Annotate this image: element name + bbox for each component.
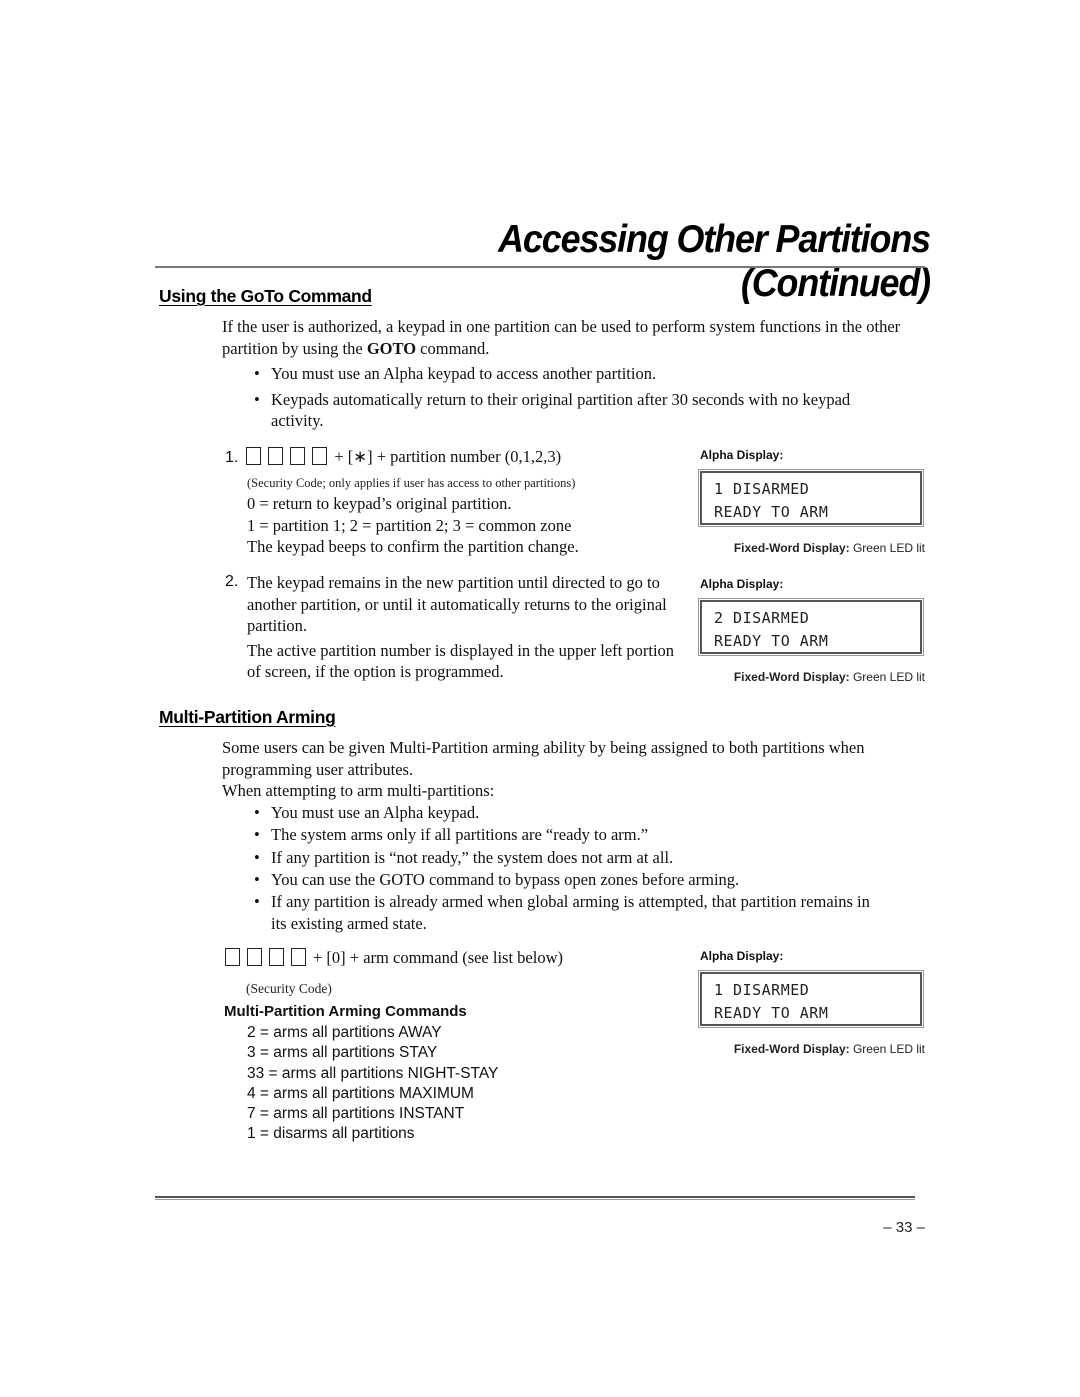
list-item: • If any partition is already armed when …	[254, 892, 870, 934]
section-heading-goto: Using the GoTo Command	[159, 286, 372, 306]
step-2-text-2: The active partition number is displayed…	[247, 640, 675, 682]
commands-list: 2 = arms all partitions AWAY 3 = arms al…	[247, 1023, 667, 1145]
page-title: Accessing Other Partitions (Continued)	[498, 218, 931, 305]
display-line-1: 1 DISARMED	[714, 981, 810, 999]
alpha-display-label: Alpha Display:	[700, 949, 784, 963]
bullet-icon: •	[254, 869, 260, 889]
section-heading-multi-partition: Multi-Partition Arming	[159, 707, 336, 727]
alpha-display-screen: 2 DISARMED READY TO ARM	[698, 598, 924, 656]
alpha-display-panel-3: Alpha Display: 1 DISARMED READY TO ARM F…	[698, 949, 925, 1056]
list-item: • The system arms only if all partitions …	[254, 824, 874, 846]
step-number: 2.	[225, 573, 239, 590]
command-item: 3 = arms all partitions STAY	[247, 1044, 438, 1062]
alpha-display-label: Alpha Display:	[700, 577, 784, 591]
bullet-icon: •	[254, 803, 260, 822]
commands-heading: Multi-Partition Arming Commands	[224, 1003, 467, 1020]
multi-intro: Some users can be given Multi-Partition …	[222, 738, 865, 779]
command-item: 33 = arms all partitions NIGHT-STAY	[247, 1064, 499, 1082]
detail-line: 0 = return to keypad’s original partitio…	[247, 494, 512, 513]
fixed-word-caption: Fixed-Word Display: Green LED lit	[733, 541, 925, 555]
key-box-icon	[246, 447, 262, 465]
display-line-2: READY TO ARM	[714, 632, 829, 650]
display-line-1: 1 DISARMED	[714, 480, 810, 498]
multi-key-sequence: + [0] + arm command (see list below)	[225, 948, 685, 968]
step-2-text: The keypad remains in the new partition …	[247, 573, 667, 635]
key-box-icon	[247, 948, 262, 966]
key-box-icon	[269, 948, 284, 966]
multi-bullet-list: • You must use an Alpha keypad. • The syst…	[254, 802, 874, 936]
bullet-icon: •	[254, 364, 260, 383]
multi-intro-2: When attempting to arm multi-partitions:	[222, 781, 495, 800]
step-1-details: 0 = return to keypad’s original partitio…	[247, 493, 687, 558]
command-item: 2 = arms all partitions AWAY	[247, 1024, 442, 1041]
command-item: 7 = arms all partitions INSTANT	[247, 1105, 465, 1123]
alpha-display-screen: 1 DISARMED READY TO ARM	[698, 970, 924, 1028]
footer-divider	[155, 1196, 915, 1198]
bullet-icon: •	[254, 389, 260, 409]
list-item: • You must use an Alpha keypad.	[254, 802, 874, 824]
list-item: • Keypads automatically return to their o…	[254, 389, 851, 431]
step-number: 1.	[225, 449, 239, 466]
goto-bullet-list: • You must use an Alpha keypad to access …	[254, 363, 894, 432]
detail-line: The keypad beeps to confirm the partitio…	[247, 537, 579, 556]
command-item: 1 = disarms all partitions	[247, 1125, 415, 1143]
key-box-icon	[312, 447, 328, 465]
footer-divider-secondary	[155, 1199, 915, 1200]
bullet-icon: •	[254, 892, 260, 912]
bullet-icon: •	[254, 825, 260, 845]
security-code-note: (Security Code; only applies if user has…	[247, 476, 576, 490]
goto-keyword: GOTO	[366, 338, 417, 358]
key-box-icon	[291, 948, 306, 966]
page-number: – 33 –	[883, 1219, 925, 1236]
key-sequence: + [0] + arm command (see list below)	[313, 948, 563, 967]
goto-intro-text: If the user is authorized, a keypad in o…	[222, 317, 901, 358]
command-item: 4 = arms all partitions MAXIMUM	[247, 1084, 474, 1102]
detail-line: 1 = partition 1; 2 = partition 2; 3 = co…	[247, 515, 572, 535]
key-sequence: + [∗] + partition number (0,1,2,3)	[334, 447, 562, 466]
key-box-icon	[290, 447, 306, 465]
display-line-1: 2 DISARMED	[714, 609, 810, 627]
fixed-word-caption: Fixed-Word Display: Green LED lit	[733, 1042, 925, 1056]
bullet-icon: •	[254, 847, 260, 867]
list-item: • If any partition is “not ready,” the sy…	[254, 847, 874, 869]
alpha-display-screen: 1 DISARMED READY TO ARM	[698, 469, 924, 527]
key-box-icon	[225, 948, 240, 966]
goto-intro: If the user is authorized, a keypad in o…	[222, 316, 902, 359]
alpha-display-panel-2: Alpha Display: 2 DISARMED READY TO ARM F…	[698, 577, 925, 684]
list-item: • You must use an Alpha keypad to access …	[254, 364, 657, 383]
fixed-word-caption: Fixed-Word Display: Green LED lit	[733, 670, 925, 684]
display-line-2: READY TO ARM	[714, 1004, 829, 1022]
alpha-display-panel-1: Alpha Display: 1 DISARMED READY TO ARM F…	[698, 448, 925, 555]
key-box-icon	[268, 447, 284, 465]
list-item: • You can use the GOTO command to bypass …	[254, 869, 874, 891]
display-line-2: READY TO ARM	[714, 503, 829, 521]
goto-intro-end: command.	[416, 338, 490, 358]
security-code-note: (Security Code)	[246, 981, 332, 996]
alpha-display-label: Alpha Display:	[700, 448, 784, 462]
goto-step-1: 1. + [∗] + partition number (0,1,2,3)	[225, 447, 685, 467]
goto-step-2: 2. The keypad remains in the new partiti…	[225, 572, 690, 683]
title-divider	[155, 266, 925, 268]
